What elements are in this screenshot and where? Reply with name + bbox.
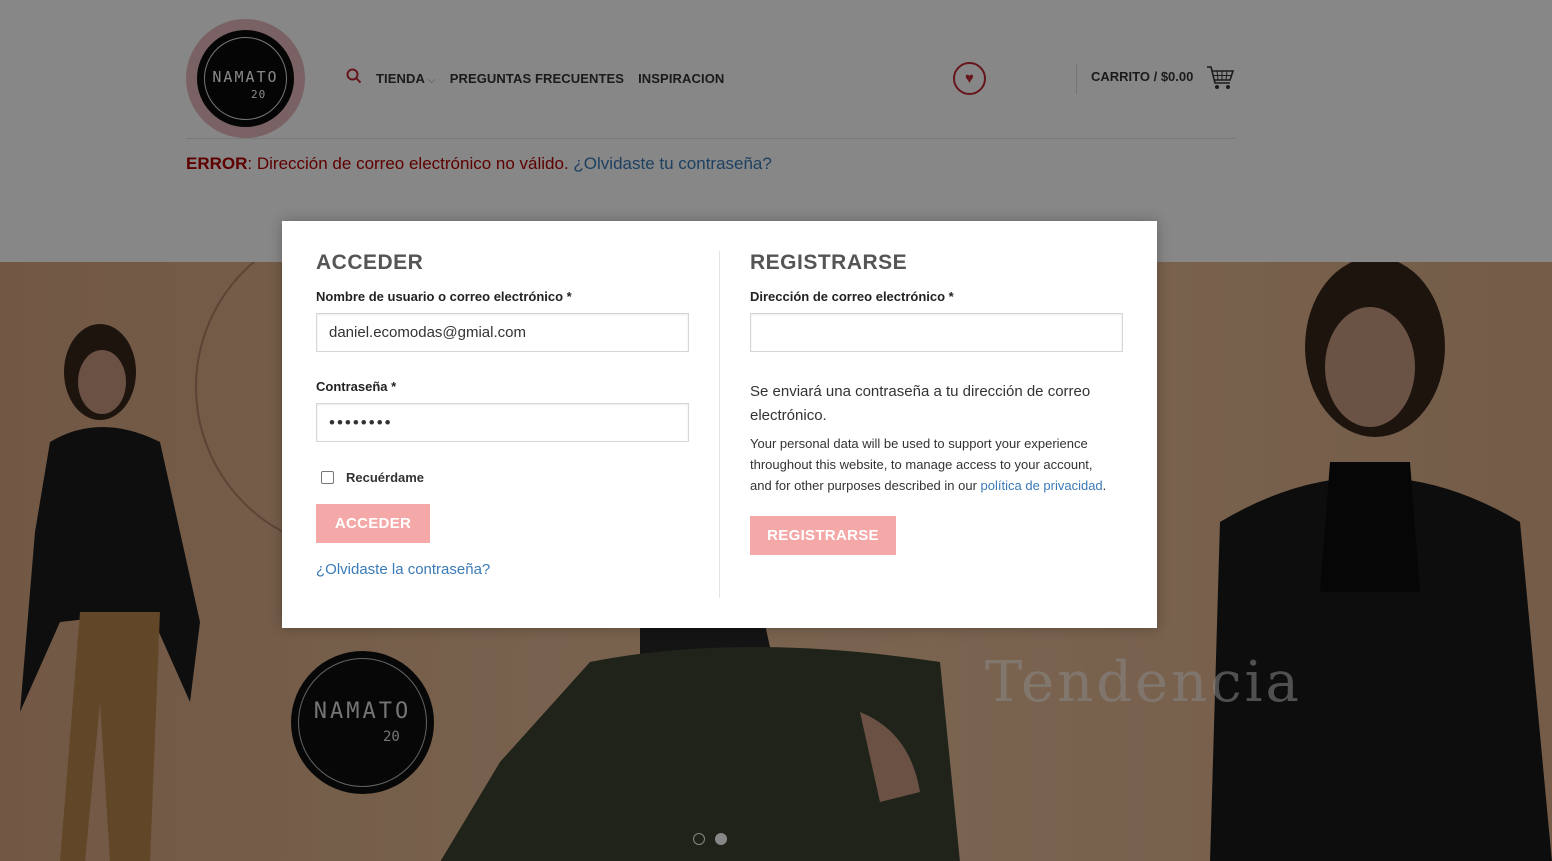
password-input[interactable]: •••••••• bbox=[316, 403, 689, 442]
password-label: Contraseña * bbox=[316, 379, 397, 394]
column-divider bbox=[719, 251, 720, 598]
login-form: ACCEDER Nombre de usuario o correo elect… bbox=[316, 251, 689, 578]
email-label: Dirección de correo electrónico * bbox=[750, 289, 954, 304]
register-title: REGISTRARSE bbox=[750, 251, 908, 274]
login-title: ACCEDER bbox=[316, 251, 424, 274]
privacy-text: Your personal data will be used to suppo… bbox=[750, 436, 1107, 493]
remember-label: Recuérdame bbox=[346, 470, 425, 485]
register-form: REGISTRARSE Dirección de correo electrón… bbox=[750, 251, 1123, 555]
lost-password-link[interactable]: ¿Olvidaste la contraseña? bbox=[316, 561, 689, 578]
email-input[interactable] bbox=[750, 313, 1123, 352]
privacy-policy-link[interactable]: política de privacidad bbox=[981, 478, 1103, 493]
remember-checkbox[interactable] bbox=[321, 471, 334, 484]
account-modal: ACCEDER Nombre de usuario o correo elect… bbox=[282, 221, 1157, 628]
remember-me[interactable]: Recuérdame bbox=[316, 470, 689, 485]
login-button[interactable]: ACCEDER bbox=[316, 504, 430, 543]
username-label: Nombre de usuario o correo electrónico * bbox=[316, 289, 572, 304]
username-input[interactable] bbox=[316, 313, 689, 352]
register-button[interactable]: REGISTRARSE bbox=[750, 516, 896, 555]
password-notice: Se enviará una contraseña a tu dirección… bbox=[750, 383, 1091, 424]
